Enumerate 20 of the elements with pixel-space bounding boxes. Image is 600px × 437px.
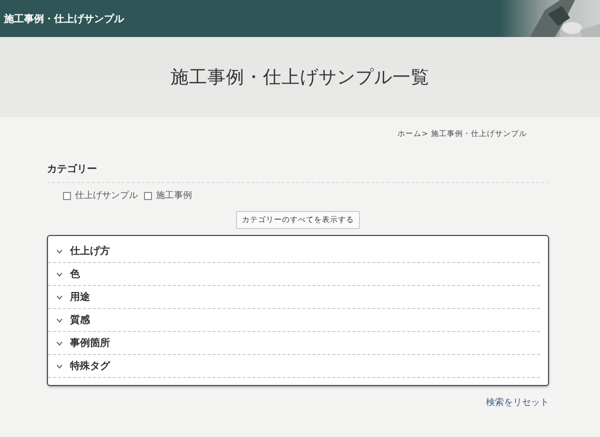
chevron-icon[interactable] [56, 340, 63, 346]
site-title[interactable]: 施工事例・仕上げサンプル [0, 12, 124, 26]
chevron-icon[interactable] [56, 272, 63, 276]
checkbox-label[interactable]: 施工事例 [156, 189, 192, 202]
checkbox[interactable] [144, 192, 152, 200]
checkbox-label[interactable]: 仕上げサンプル [75, 189, 138, 202]
reset-search-link[interactable]: 検索をリセット [486, 396, 549, 409]
chevron-icon[interactable] [56, 294, 63, 300]
filter-label[interactable]: 特殊タグ [70, 359, 110, 373]
filter-label[interactable]: 質感 [70, 313, 90, 327]
chevron-icon[interactable] [56, 248, 63, 254]
filter-label[interactable]: 色 [70, 267, 80, 281]
chevron-icon[interactable] [56, 318, 63, 322]
filter-label[interactable]: 用途 [70, 290, 90, 304]
filter-label[interactable]: 事例箇所 [70, 336, 110, 350]
chevron-icon[interactable] [56, 364, 63, 368]
checkbox[interactable] [63, 192, 71, 200]
category-heading: カテゴリー [47, 162, 549, 183]
filter-label[interactable]: 仕上げ方 [70, 244, 110, 258]
page-title: 施工事例・仕上げサンプル一覧 [170, 66, 430, 89]
